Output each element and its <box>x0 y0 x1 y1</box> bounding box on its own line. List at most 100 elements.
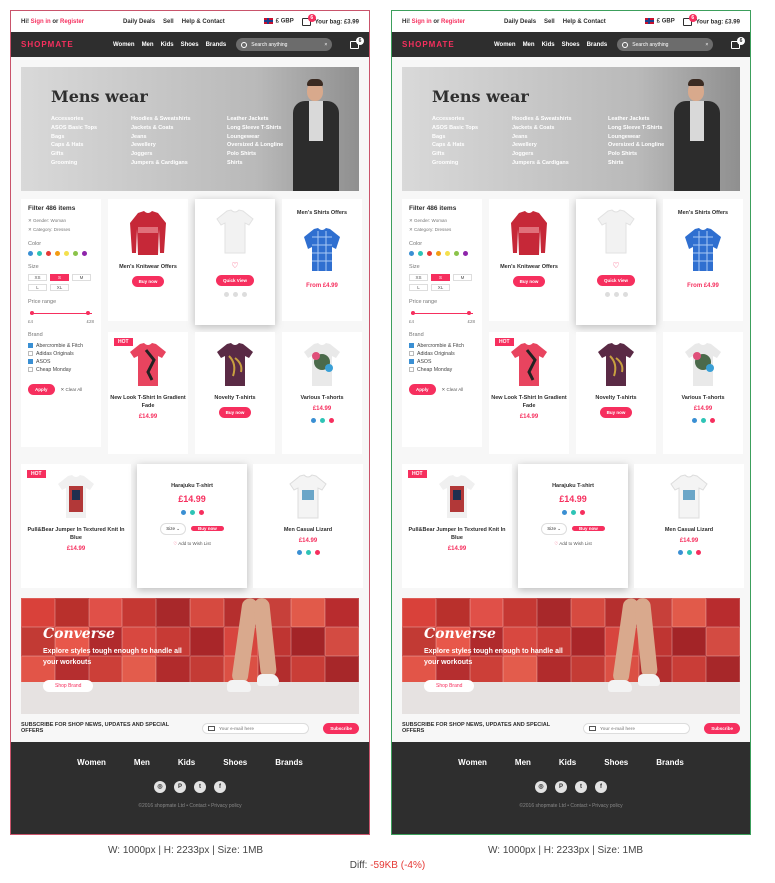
nav-women[interactable]: Women <box>494 42 516 48</box>
category-link[interactable]: Jackets & Coats <box>131 124 227 133</box>
product-card[interactable]: ♡ Quick View <box>195 199 275 325</box>
price-slider[interactable] <box>28 309 94 319</box>
product-card[interactable]: Men's Shirts Offers From £4.99 <box>282 199 362 321</box>
shop-brand-button[interactable]: Shop Brand <box>424 680 475 692</box>
color-dot[interactable] <box>686 550 692 555</box>
register-link[interactable]: Register <box>60 19 84 25</box>
clear-search-icon[interactable]: × <box>705 42 708 48</box>
category-link[interactable]: Grooming <box>432 159 512 168</box>
nav-brands[interactable]: Brands <box>587 42 608 48</box>
help-contact-link[interactable]: Help & Contact <box>563 19 606 25</box>
size-option[interactable]: XS <box>409 274 428 281</box>
product-card[interactable]: Various T-shorts £14.99 <box>282 332 362 454</box>
color-dot[interactable] <box>700 418 706 423</box>
color-dot[interactable] <box>677 550 683 555</box>
color-dot[interactable] <box>328 418 334 423</box>
cart-icon[interactable]: 6 <box>350 36 364 49</box>
color-dot[interactable] <box>180 510 186 515</box>
color-dot[interactable] <box>579 510 585 515</box>
clear-all-link[interactable]: ✕ Clear All <box>61 387 83 393</box>
slider-handle-max[interactable] <box>86 311 90 315</box>
brand-option[interactable]: ASOS <box>409 358 475 366</box>
size-option[interactable]: XL <box>50 284 69 291</box>
pinterest-icon[interactable]: P <box>555 781 567 793</box>
currency-selector[interactable]: £ GBP <box>263 18 294 25</box>
product-card[interactable]: ♡ Quick View <box>576 199 656 325</box>
color-swatch[interactable] <box>37 251 42 256</box>
color-swatch[interactable] <box>445 251 450 256</box>
quick-view-button[interactable]: Quick View <box>216 275 254 286</box>
checkbox[interactable] <box>28 343 33 349</box>
category-link[interactable]: Gifts <box>432 150 512 159</box>
brand-option[interactable]: Abercrombie & Fitch <box>409 342 475 350</box>
category-link[interactable]: Jumpers & Cardigans <box>512 159 608 168</box>
footer-link-women[interactable]: Women <box>458 758 487 767</box>
product-card[interactable]: Men Casual Lizard £14.99 <box>634 464 744 588</box>
size-option-selected[interactable]: S <box>431 274 450 281</box>
filter-tag[interactable]: ✕ Category: Dresses <box>409 227 475 233</box>
wishlist-link[interactable]: ♡ Add to Wish List <box>518 541 628 547</box>
product-card[interactable]: HOT New Look T-Shirt In Gradient Fade £1… <box>108 332 188 454</box>
nav-women[interactable]: Women <box>113 42 135 48</box>
sell-link[interactable]: Sell <box>544 19 555 25</box>
size-option[interactable]: M <box>453 274 472 281</box>
currency-selector[interactable]: £ GBP <box>644 18 675 25</box>
footer-link-women[interactable]: Women <box>77 758 106 767</box>
nav-brands[interactable]: Brands <box>206 42 227 48</box>
category-link[interactable]: Jumpers & Cardigans <box>131 159 227 168</box>
search-input[interactable]: Search anything × <box>236 38 333 51</box>
checkbox[interactable] <box>28 359 33 365</box>
apply-button[interactable]: Apply <box>409 384 436 395</box>
quick-view-button[interactable]: Quick View <box>597 275 635 286</box>
footer-link-kids[interactable]: Kids <box>559 758 576 767</box>
checkbox[interactable] <box>409 359 414 365</box>
product-card[interactable]: Harajuku T-shirt £14.99 Size ⌄ Buy now ♡ … <box>518 464 628 588</box>
size-option[interactable]: L <box>409 284 428 291</box>
color-swatch[interactable] <box>409 251 414 256</box>
color-swatch[interactable] <box>427 251 432 256</box>
facebook-icon[interactable]: f <box>595 781 607 793</box>
color-dot[interactable] <box>310 418 316 423</box>
heart-icon[interactable]: ♡ <box>576 261 656 270</box>
color-swatch[interactable] <box>64 251 69 256</box>
footer-link-brands[interactable]: Brands <box>656 758 684 767</box>
brand-option[interactable]: Adidas Originals <box>28 350 94 358</box>
category-link[interactable]: Bags <box>432 133 512 142</box>
color-dot[interactable] <box>570 510 576 515</box>
nav-kids[interactable]: Kids <box>542 42 555 48</box>
slider-handle-min[interactable] <box>30 311 34 315</box>
buy-now-button[interactable]: Buy now <box>512 276 546 287</box>
checkbox[interactable] <box>28 367 33 373</box>
checkbox[interactable] <box>28 351 33 357</box>
category-link[interactable]: Jeans <box>131 133 227 142</box>
checkbox[interactable] <box>409 367 414 373</box>
category-link[interactable]: ASOS Basic Tops <box>432 124 512 133</box>
checkbox[interactable] <box>409 343 414 349</box>
filter-tag[interactable]: ✕ Gender: Woman <box>409 218 475 224</box>
nav-shoes[interactable]: Shoes <box>181 42 199 48</box>
price-slider[interactable] <box>409 309 475 319</box>
buy-now-button[interactable]: Buy now <box>131 276 165 287</box>
color-dot[interactable] <box>198 510 204 515</box>
color-swatch[interactable] <box>55 251 60 256</box>
daily-deals-link[interactable]: Daily Deals <box>504 19 536 25</box>
category-link[interactable]: Caps & Hats <box>51 141 131 150</box>
clear-all-link[interactable]: ✕ Clear All <box>442 387 464 393</box>
help-contact-link[interactable]: Help & Contact <box>182 19 225 25</box>
slider-handle-max[interactable] <box>467 311 471 315</box>
color-dot[interactable] <box>561 510 567 515</box>
brand-option[interactable]: Adidas Originals <box>409 350 475 358</box>
buy-now-button[interactable]: Buy now <box>572 526 605 531</box>
category-link[interactable]: Accessories <box>51 115 131 124</box>
twitter-icon[interactable]: t <box>194 781 206 793</box>
product-card[interactable]: HOT New Look T-Shirt In Gradient Fade £1… <box>489 332 569 454</box>
category-link[interactable]: Gifts <box>51 150 131 159</box>
buy-now-button[interactable]: Buy now <box>218 407 252 418</box>
brand-option[interactable]: Cheap Monday <box>28 366 94 374</box>
color-dot[interactable] <box>296 550 302 555</box>
size-select[interactable]: Size ⌄ <box>541 523 568 535</box>
product-card[interactable]: Men's Knitwear Offers Buy now <box>489 199 569 321</box>
apply-button[interactable]: Apply <box>28 384 55 395</box>
footer-link-shoes[interactable]: Shoes <box>604 758 628 767</box>
subscribe-button[interactable]: Subscribe <box>704 722 740 734</box>
